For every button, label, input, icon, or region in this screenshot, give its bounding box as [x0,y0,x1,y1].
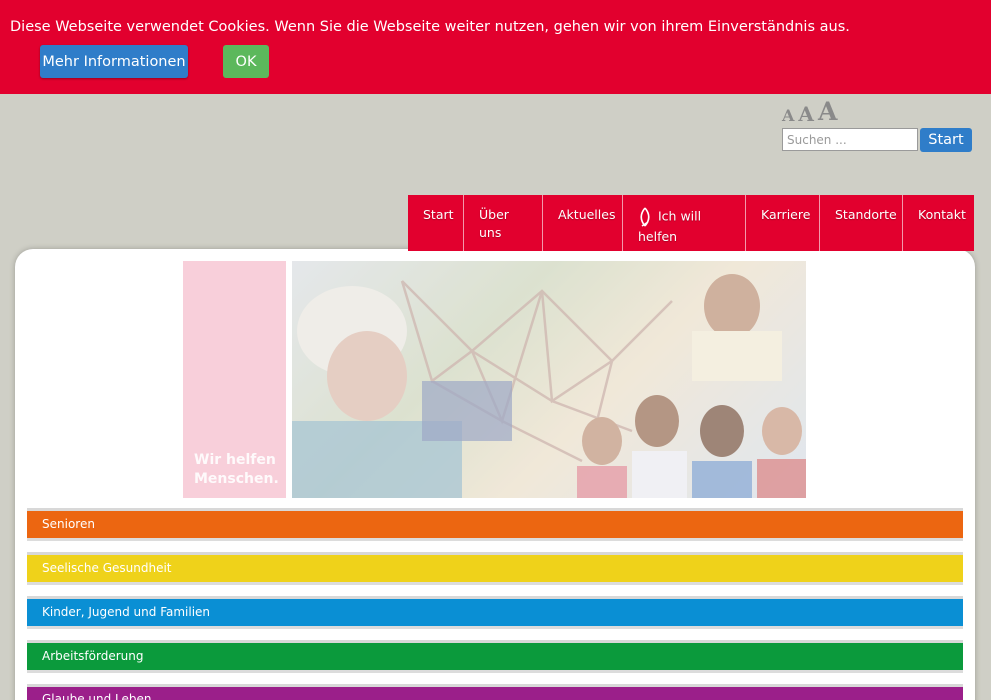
fish-icon [640,207,650,227]
nav-label: Aktuelles [558,207,616,222]
hero-slogan: Wir helfen Menschen. [194,451,279,489]
font-size-large[interactable]: A [818,99,837,124]
category-label: Kinder, Jugend und Familien [42,605,211,619]
nav-item-ich-will-helfen[interactable]: Ich will helfen [623,195,746,251]
main-nav: Start Über uns Aktuelles Ich will helfen… [408,195,974,251]
cookie-banner: Diese Webseite verwendet Cookies. Wenn S… [0,0,991,94]
hero-photo [292,261,806,498]
font-size-controls: A A A [782,98,837,124]
nav-label: Kontakt [918,207,966,222]
more-info-button[interactable]: Mehr Informationen [40,45,188,78]
category-seelische-gesundheit[interactable]: Seelische Gesundheit [27,552,963,585]
ok-button[interactable]: OK [223,45,269,78]
hero-slogan-line: Menschen. [194,471,279,487]
category-label: Arbeitsförderung [42,649,144,663]
nav-item-start[interactable]: Start [408,195,464,251]
font-size-medium[interactable]: A [798,104,814,124]
category-label: Glaube und Leben [42,692,152,700]
nav-item-karriere[interactable]: Karriere [746,195,820,251]
nav-label: Standorte [835,207,897,222]
hero-banner: Wir helfen Menschen. [183,261,806,498]
category-arbeitsfoerderung[interactable]: Arbeitsförderung [27,640,963,673]
nav-item-ueber-uns[interactable]: Über uns [464,195,543,251]
hero-slogan-line: Wir helfen [194,452,276,468]
nav-label: Karriere [761,207,811,222]
hero-slogan-strip: Wir helfen Menschen. [183,261,286,498]
nav-label: Über uns [479,207,509,240]
hero-photo-illustration [292,261,806,498]
category-label: Seelische Gesundheit [42,561,172,575]
nav-item-standorte[interactable]: Standorte [820,195,903,251]
nav-item-kontakt[interactable]: Kontakt [903,195,974,251]
nav-item-aktuelles[interactable]: Aktuelles [543,195,623,251]
search-input[interactable] [782,128,918,151]
cookie-text: Diese Webseite verwendet Cookies. Wenn S… [10,19,850,35]
category-senioren[interactable]: Senioren [27,508,963,541]
search-button[interactable]: Start [920,128,972,152]
category-label: Senioren [42,517,95,531]
nav-label: Start [423,207,454,222]
category-glaube-und-leben[interactable]: Glaube und Leben [27,684,963,700]
font-size-small[interactable]: A [782,108,794,124]
category-kinder-jugend-familien[interactable]: Kinder, Jugend und Familien [27,596,963,629]
